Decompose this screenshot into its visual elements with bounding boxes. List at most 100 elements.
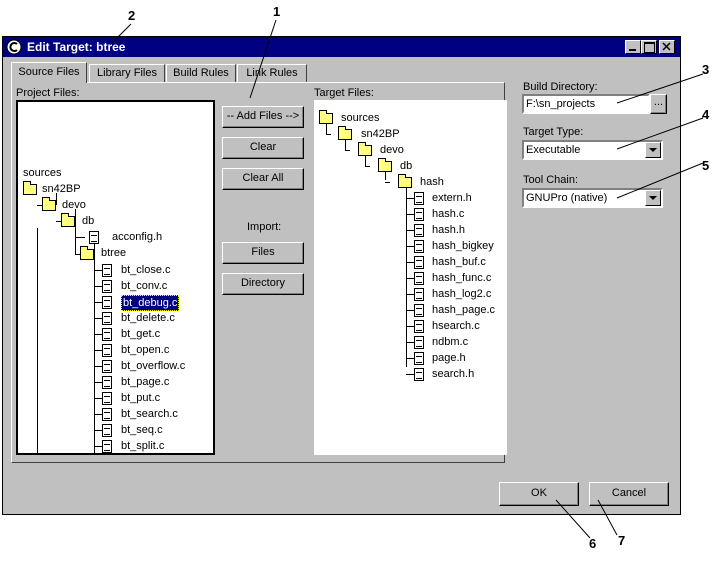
tree-node-sn42bp[interactable]: sn42BP [42, 182, 81, 196]
target-node-file[interactable]: hash_func.c [432, 271, 491, 285]
target-node-hash[interactable]: hash [420, 175, 444, 189]
folder-icon [358, 142, 372, 156]
tree-node-acconfig[interactable]: acconfig.h [112, 230, 162, 244]
file-icon [414, 256, 424, 269]
minimize-button[interactable] [625, 40, 641, 54]
chevron-down-icon[interactable] [645, 142, 661, 158]
tree-node-sources[interactable]: sources [23, 166, 62, 180]
file-icon [102, 296, 112, 309]
target-files-tree[interactable]: sources sn42BP devo db hash extern.h hash… [314, 100, 507, 455]
file-icon [102, 312, 112, 325]
tree-node-file[interactable]: bt_open.c [121, 343, 169, 357]
file-icon [102, 408, 112, 421]
chevron-down-icon[interactable] [645, 190, 661, 206]
file-icon [102, 264, 112, 277]
target-type-label: Target Type: [523, 126, 584, 138]
folder-icon [42, 197, 56, 211]
window-title: Edit Target: btree [27, 40, 125, 54]
tool-chain-select[interactable]: GNUPro (native) [522, 188, 663, 208]
file-icon [102, 440, 112, 453]
folder-icon [319, 110, 333, 124]
target-node-db[interactable]: db [400, 159, 412, 173]
tree-node-db[interactable]: db [82, 214, 94, 228]
folder-icon [338, 126, 352, 140]
tree-node-file[interactable]: bt_seq.c [121, 423, 163, 437]
target-node-file[interactable]: hash_bigkey [432, 239, 494, 253]
target-files-label: Target Files: [314, 87, 374, 99]
tree-node-file[interactable]: bt_debug.c [121, 295, 180, 311]
target-node-file[interactable]: hash.c [432, 207, 464, 221]
target-node-file[interactable]: search.h [432, 367, 474, 381]
tab-source-files[interactable]: Source Files [11, 62, 87, 83]
cancel-button[interactable]: Cancel [589, 482, 669, 506]
folder-icon [61, 213, 75, 227]
tree-node-file[interactable]: bt_put.c [121, 391, 160, 405]
edit-target-window: Edit Target: btree Source Files Library … [2, 36, 681, 515]
file-icon [414, 320, 424, 333]
import-directory-button[interactable]: Directory [222, 273, 304, 295]
target-node-file[interactable]: hash_buf.c [432, 255, 486, 269]
target-node-sn42bp[interactable]: sn42BP [361, 127, 400, 141]
tree-node-file[interactable]: bt_search.c [121, 407, 178, 421]
callout-2: 2 [128, 8, 136, 23]
file-icon [102, 280, 112, 293]
target-node-file[interactable]: extern.h [432, 191, 472, 205]
callout-7: 7 [618, 533, 626, 548]
tab-library-files[interactable]: Library Files [89, 64, 165, 82]
tab-build-rules[interactable]: Build Rules [166, 64, 236, 82]
build-directory-input[interactable]: F:\sn_projects [522, 94, 650, 114]
file-icon [414, 240, 424, 253]
tree-node-file[interactable]: bt_page.c [121, 375, 169, 389]
title-bar[interactable]: Edit Target: btree [3, 37, 680, 57]
folder-icon [23, 181, 37, 195]
file-icon [414, 272, 424, 285]
file-icon [102, 392, 112, 405]
target-node-file[interactable]: hash_log2.c [432, 287, 491, 301]
target-node-devo[interactable]: devo [380, 143, 404, 157]
import-files-button[interactable]: Files [222, 242, 304, 264]
project-files-label: Project Files: [16, 87, 80, 99]
file-icon [414, 224, 424, 237]
add-files-button[interactable]: -- Add Files --> [222, 106, 304, 128]
target-node-file[interactable]: ndbm.c [432, 335, 468, 349]
file-icon [414, 304, 424, 317]
project-files-tree[interactable]: sources sn42BP devo db acconfig.h btree … [16, 100, 215, 455]
target-type-select[interactable]: Executable [522, 140, 663, 160]
tool-chain-label: Tool Chain: [523, 174, 579, 186]
callout-1: 1 [273, 4, 281, 19]
import-label: Import: [247, 221, 282, 233]
tree-node-file[interactable]: bt_split.c [121, 439, 164, 453]
target-node-sources[interactable]: sources [341, 111, 380, 125]
target-node-file[interactable]: hsearch.c [432, 319, 480, 333]
tree-node-file[interactable]: bt_overflow.c [121, 359, 185, 373]
file-icon [102, 424, 112, 437]
browse-button[interactable]: ... [650, 94, 667, 114]
tree-node-file[interactable]: bt_get.c [121, 327, 160, 341]
callout-5: 5 [702, 158, 710, 173]
file-icon [414, 336, 424, 349]
tree-node-btree[interactable]: btree [101, 246, 126, 260]
title-target-name: btree [96, 40, 126, 54]
tree-node-file[interactable]: bt_delete.c [121, 311, 175, 325]
tree-node-devo[interactable]: devo [62, 198, 86, 212]
tree-node-file[interactable]: bt_close.c [121, 263, 171, 277]
target-node-file[interactable]: hash.h [432, 223, 465, 237]
target-node-file[interactable]: hash_page.c [432, 303, 495, 317]
clear-button[interactable]: Clear [222, 137, 304, 159]
clear-all-button[interactable]: Clear All [222, 168, 304, 190]
target-node-file[interactable]: page.h [432, 351, 466, 365]
file-icon [414, 208, 424, 221]
folder-icon [398, 174, 412, 188]
close-button[interactable] [659, 40, 675, 54]
file-icon [414, 368, 424, 381]
app-logo-icon [6, 39, 22, 55]
file-icon [102, 376, 112, 389]
maximize-icon [644, 42, 655, 53]
maximize-button[interactable] [641, 40, 657, 54]
ok-button[interactable]: OK [499, 482, 579, 506]
tab-link-rules[interactable]: Link Rules [237, 64, 307, 82]
folder-icon [378, 158, 392, 172]
tree-node-file[interactable]: bt_conv.c [121, 279, 167, 293]
tool-chain-value: GNUPro (native) [526, 192, 608, 204]
callout-3: 3 [702, 62, 710, 77]
